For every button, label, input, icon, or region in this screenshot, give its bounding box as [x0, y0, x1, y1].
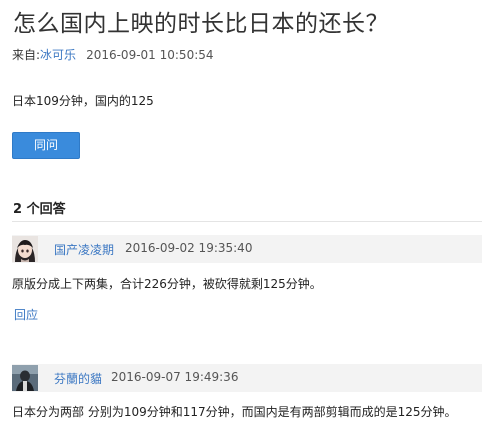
avatar[interactable] — [12, 365, 38, 391]
question-title: 怎么国内上映的时长比日本的还长？ — [13, 11, 389, 37]
question-meta: 来自:冰可乐 2016-09-01 10:50:54 — [12, 46, 214, 63]
question-timestamp: 2016-09-01 10:50:54 — [86, 48, 214, 62]
question-author-link[interactable]: 冰可乐 — [40, 48, 76, 62]
answer-timestamp: 2016-09-07 19:49:36 — [111, 370, 239, 384]
anime-girl-avatar-icon — [12, 236, 38, 262]
answer-author-link[interactable]: 国产凌凌期 — [54, 241, 114, 258]
divider — [12, 221, 482, 222]
question-body: 日本109分钟，国内的125 — [12, 94, 154, 108]
answers-count-heading: 2 个回答 — [13, 202, 66, 217]
from-label: 来自: — [12, 48, 41, 62]
answer-header: 芬蘭的貓 2016-09-07 19:49:36 — [12, 364, 482, 392]
answer-author-link[interactable]: 芬蘭的貓 — [54, 370, 102, 387]
dark-figure-avatar-icon — [12, 365, 38, 391]
reply-link[interactable]: 回应 — [14, 306, 38, 323]
same-question-button[interactable]: 同问 — [12, 132, 80, 159]
avatar[interactable] — [12, 236, 38, 262]
answer-timestamp: 2016-09-02 19:35:40 — [125, 241, 253, 255]
answer-body: 原版分成上下两集，合计226分钟，被砍得就剩125分钟。 — [12, 277, 322, 291]
answer-header: 国产凌凌期 2016-09-02 19:35:40 — [12, 235, 482, 263]
answer-body: 日本分为两部 分别为109分钟和117分钟，而国内是有两部剪辑而成的是125分钟… — [12, 405, 457, 419]
